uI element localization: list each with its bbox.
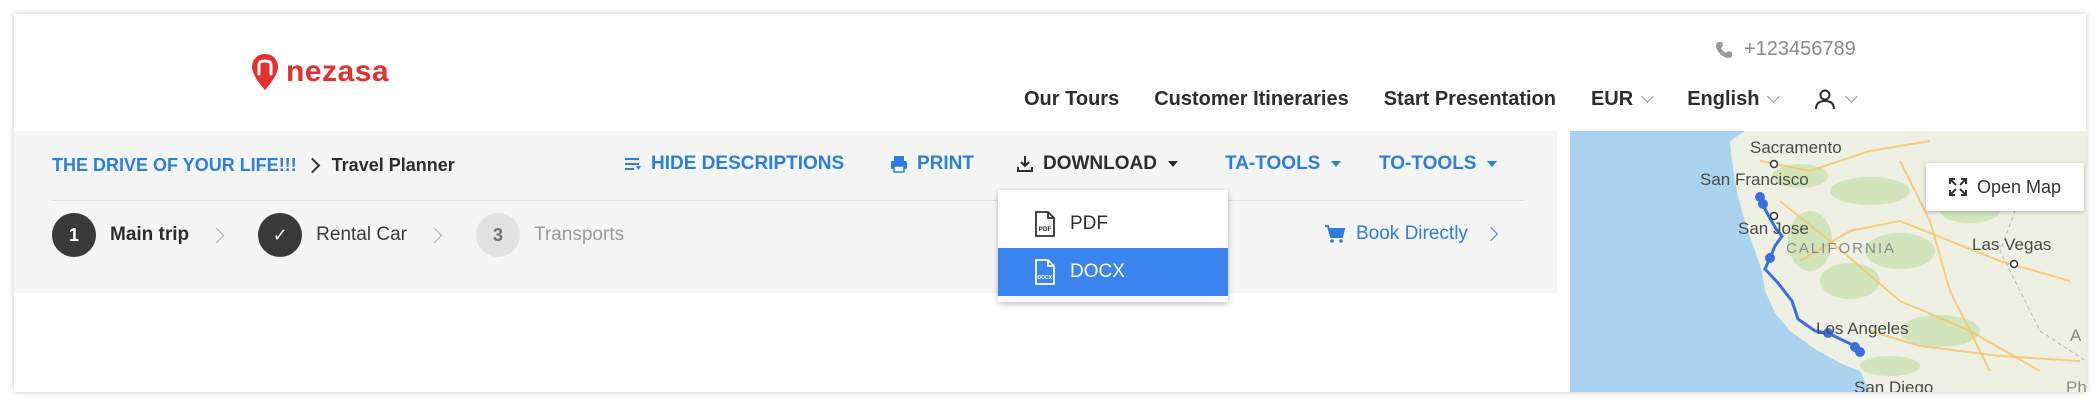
ta-tools-menu[interactable]: TA-TOOLS — [1225, 153, 1342, 175]
map-label-san-jose: San Jose — [1738, 219, 1809, 238]
logo-pin-icon — [252, 54, 278, 90]
step-rental-car[interactable]: ✓ Rental Car — [258, 213, 458, 257]
download-option-docx[interactable]: DOCX DOCX — [998, 248, 1228, 296]
docx-file-icon-text: DOCX — [1038, 275, 1053, 281]
language-select[interactable]: English — [1687, 87, 1781, 111]
map-label-las-vegas: Las Vegas — [1972, 235, 2051, 254]
user-icon — [1815, 89, 1836, 110]
pdf-file-icon-text: PDF — [1039, 226, 1052, 233]
cart-icon — [1325, 225, 1346, 243]
trip-steps: 1 Main trip ✓ Rental Car 3 Transports — [52, 212, 642, 258]
step-label: Transports — [534, 224, 625, 245]
chevron-right-icon — [208, 227, 225, 243]
phone-contact[interactable]: +123456789 — [1714, 38, 1856, 61]
nav-start-presentation[interactable]: Start Presentation — [1384, 88, 1556, 111]
map-label-edge-a: A — [2070, 326, 2082, 345]
open-map-button[interactable]: Open Map — [1926, 163, 2084, 211]
language-value: English — [1687, 87, 1760, 110]
ta-tools-label: TA-TOOLS — [1225, 153, 1321, 174]
download-option-label: DOCX — [1070, 261, 1125, 282]
checkmark-icon: ✓ — [258, 213, 303, 257]
phone-icon — [1716, 41, 1732, 58]
main-nav: Our Tours Customer Itineraries Start Pre… — [1024, 84, 1891, 114]
phone-number: +123456789 — [1744, 38, 1856, 60]
download-option-pdf[interactable]: PDF PDF — [998, 200, 1228, 248]
map-label-edge-ph: Ph — [2066, 378, 2086, 392]
chevron-down-icon — [1767, 89, 1781, 103]
step-label: Main trip — [110, 224, 190, 245]
download-option-label: PDF — [1070, 213, 1108, 234]
toolbar-actions: HIDE DESCRIPTIONS PRINT DOWNLOAD TA-TOOL… — [14, 153, 1557, 181]
app-frame: nezasa +123456789 Our Tours Customer Iti… — [14, 14, 2086, 392]
download-button[interactable]: DOWNLOAD — [1016, 153, 1178, 175]
user-menu[interactable] — [1813, 87, 1859, 111]
step-number: 1 — [52, 213, 96, 257]
to-tools-menu[interactable]: TO-TOOLS — [1379, 153, 1498, 175]
planner-toolbar: THE DRIVE OF YOUR LIFE!!! Travel Planner… — [14, 131, 1557, 293]
hide-descriptions-button[interactable]: HIDE DESCRIPTIONS — [624, 153, 844, 175]
step-label: Rental Car — [316, 224, 407, 245]
logo-text: nezasa — [286, 55, 390, 88]
step-transports[interactable]: 3 Transports — [476, 213, 624, 257]
caret-down-icon — [1167, 161, 1178, 167]
step-main-trip[interactable]: 1 Main trip — [52, 213, 240, 257]
download-menu: PDF PDF DOCX DOCX — [998, 190, 1228, 302]
step-number: 3 — [476, 213, 520, 257]
map-label-sacramento: Sacramento — [1750, 138, 1842, 157]
printer-icon — [891, 156, 907, 173]
logo[interactable]: nezasa — [250, 52, 389, 92]
book-directly-label: Book Directly — [1356, 223, 1468, 244]
map-label-san-diego: San Diego — [1854, 378, 1933, 392]
expand-icon — [1948, 178, 1967, 196]
map-label-san-francisco: San Francisco — [1700, 170, 1809, 189]
to-tools-label: TO-TOOLS — [1379, 153, 1477, 174]
toolbar-divider — [52, 200, 1524, 201]
pdf-file-icon: PDF — [1035, 211, 1055, 237]
chevron-right-icon — [1483, 226, 1498, 242]
book-directly-link[interactable]: Book Directly — [1324, 223, 1498, 245]
map-label-california: CALIFORNIA — [1786, 240, 1896, 257]
docx-file-icon: DOCX — [1035, 259, 1055, 285]
nav-customer-itineraries[interactable]: Customer Itineraries — [1154, 88, 1349, 111]
nav-our-tours[interactable]: Our Tours — [1024, 88, 1119, 111]
list-icon — [625, 158, 641, 170]
caret-down-icon — [1331, 161, 1342, 167]
chevron-right-icon — [426, 227, 443, 243]
currency-select[interactable]: EUR — [1590, 87, 1655, 111]
caret-down-icon — [1487, 161, 1498, 167]
hide-descriptions-label: HIDE DESCRIPTIONS — [651, 153, 845, 174]
download-label: DOWNLOAD — [1043, 153, 1157, 174]
print-button[interactable]: PRINT — [890, 153, 974, 175]
chevron-down-icon — [1845, 89, 1859, 103]
currency-value: EUR — [1590, 87, 1634, 110]
download-icon — [1017, 156, 1033, 172]
header: nezasa +123456789 Our Tours Customer Iti… — [14, 14, 2086, 132]
print-label: PRINT — [917, 153, 974, 174]
open-map-label: Open Map — [1976, 176, 2062, 197]
chevron-down-icon — [1641, 89, 1655, 103]
map-label-los-angeles: Los Angeles — [1816, 319, 1909, 338]
